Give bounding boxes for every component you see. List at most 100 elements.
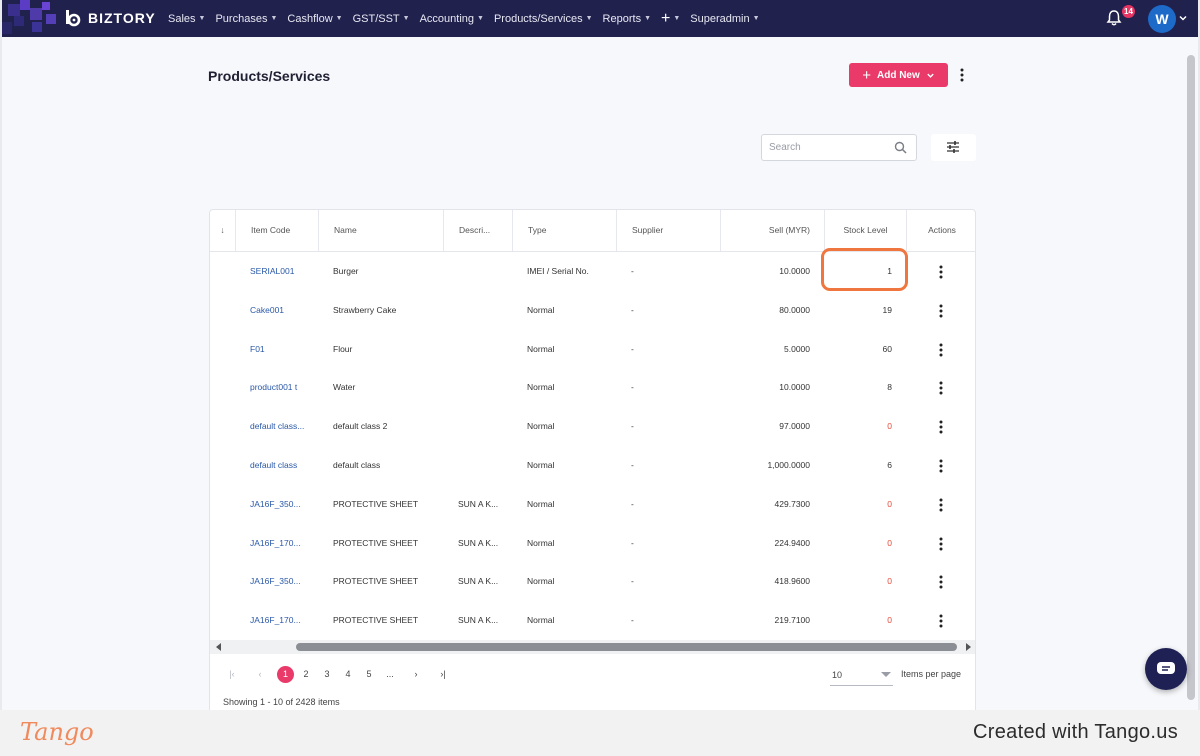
page-button-1[interactable]: 1 xyxy=(277,666,294,683)
search-input[interactable] xyxy=(762,135,882,160)
showing-count: Showing 1 - 10 of 2428 items xyxy=(223,697,340,707)
column-header-sell[interactable]: Sell (MYR) xyxy=(721,210,825,251)
tango-logo: Tango xyxy=(20,718,94,746)
horizontal-scrollbar[interactable] xyxy=(210,640,975,654)
page-button-3[interactable]: 3 xyxy=(320,666,334,683)
page-button-5[interactable]: 5 xyxy=(362,666,376,683)
item-type: Normal xyxy=(527,304,555,315)
column-header-name[interactable]: Name xyxy=(319,210,444,251)
chevron-down-icon: ▼ xyxy=(644,15,652,22)
sort-indicator[interactable]: ↓ xyxy=(210,210,236,251)
table-row[interactable]: JA16F_170... PROTECTIVE SHEET SUN A K... No… xyxy=(210,601,975,640)
item-sell-price: 418.9600 xyxy=(774,576,810,587)
horizontal-scrollbar-thumb[interactable] xyxy=(296,643,957,651)
row-actions-icon[interactable] xyxy=(934,574,948,590)
item-type: IMEI / Serial No. xyxy=(527,266,589,276)
nav-item-products-services[interactable]: Products/Services ▼ xyxy=(494,13,593,25)
scroll-left-arrow-icon[interactable] xyxy=(214,642,224,652)
main-nav: Sales ▼ Purchases ▼ Cashflow ▼ GST/SST ▼ Acc… xyxy=(168,0,770,37)
previous-page-icon[interactable]: ‹ xyxy=(253,666,267,683)
column-header-supplier[interactable]: Supplier xyxy=(617,210,721,251)
page-button-2[interactable]: 2 xyxy=(299,666,313,683)
row-actions-icon[interactable] xyxy=(934,303,948,319)
first-page-icon[interactable]: |‹ xyxy=(225,666,239,683)
row-actions-icon[interactable] xyxy=(934,419,948,435)
row-actions-icon[interactable] xyxy=(934,497,948,513)
nav-item-superadmin[interactable]: Superadmin ▼ xyxy=(690,13,759,25)
avatar[interactable]: W xyxy=(1148,5,1176,33)
row-actions-icon[interactable] xyxy=(934,613,948,629)
column-header-item-code[interactable]: Item Code xyxy=(236,210,319,251)
nav-label: Products/Services xyxy=(493,12,583,25)
item-code-link[interactable]: JA16F_350... xyxy=(250,485,308,524)
item-description xyxy=(458,330,508,369)
tango-credit: Created with Tango.us xyxy=(973,721,1178,743)
table-row[interactable]: default class... default class 2 Normal - 97… xyxy=(210,407,975,446)
scroll-right-arrow-icon[interactable] xyxy=(963,642,973,652)
page-title: Products/Services xyxy=(208,68,331,84)
nav-item-gst-sst[interactable]: GST/SST ▼ xyxy=(353,13,410,25)
chat-button[interactable] xyxy=(1145,648,1187,690)
item-code-link[interactable]: JA16F_350... xyxy=(250,562,308,601)
item-supplier: - xyxy=(631,421,634,432)
table-row[interactable]: JA16F_350... PROTECTIVE SHEET SUN A K... No… xyxy=(210,562,975,601)
items-per-page-select[interactable]: 10 xyxy=(830,664,893,686)
item-code-link[interactable]: F01 xyxy=(250,330,308,369)
item-code-link[interactable]: product001 t xyxy=(250,368,308,407)
filter-button[interactable] xyxy=(931,134,976,161)
item-code-link[interactable]: JA16F_170... xyxy=(250,524,308,563)
item-name: PROTECTIVE SHEET xyxy=(333,576,419,587)
item-name: PROTECTIVE SHEET xyxy=(333,615,419,626)
sliders-icon xyxy=(947,141,959,153)
item-stock-level: 0 xyxy=(887,576,892,587)
more-options-icon[interactable] xyxy=(954,67,970,83)
next-page-icon[interactable]: › xyxy=(409,666,423,683)
item-type: Normal xyxy=(527,460,555,470)
products-table-card: ↓ Item Code Name Descri... Type Supplier… xyxy=(209,209,976,710)
search-icon[interactable] xyxy=(894,141,907,154)
column-header-description[interactable]: Descri... xyxy=(444,210,513,251)
row-actions-icon[interactable] xyxy=(934,380,948,396)
item-code-link[interactable]: default class... xyxy=(250,407,308,446)
item-code-link[interactable]: SERIAL001 xyxy=(250,252,308,291)
item-sell-price: 97.0000 xyxy=(779,421,810,432)
items-per-page-value: 10 xyxy=(832,670,843,680)
item-name: Burger xyxy=(333,266,359,276)
nav-item-reports[interactable]: Reports ▼ xyxy=(603,13,651,25)
nav-item-sales[interactable]: Sales ▼ xyxy=(168,13,205,25)
nav-item-accounting[interactable]: Accounting ▼ xyxy=(420,13,484,25)
item-sell-price: 429.7300 xyxy=(774,498,810,509)
table-row[interactable]: F01 Flour Normal - 5.0000 60 xyxy=(210,330,975,369)
column-header-stock-level[interactable]: Stock Level xyxy=(825,210,907,251)
nav-item-cashflow[interactable]: Cashflow ▼ xyxy=(287,13,342,25)
item-code-link[interactable]: JA16F_170... xyxy=(250,601,308,640)
add-new-button[interactable]: + Add New xyxy=(849,63,948,87)
page-button-4[interactable]: 4 xyxy=(341,666,355,683)
column-header-type[interactable]: Type xyxy=(513,210,617,251)
row-actions-icon[interactable] xyxy=(934,536,948,552)
brand-logo[interactable]: BIZTORY xyxy=(64,9,156,27)
item-type: Normal xyxy=(527,498,555,509)
item-stock-level: 19 xyxy=(882,304,892,315)
nav-item-quick-add[interactable]: + ▼ xyxy=(661,10,680,27)
item-stock-level: 8 xyxy=(887,382,892,393)
bell-icon[interactable] xyxy=(1105,9,1123,27)
last-page-icon[interactable]: ›| xyxy=(436,666,450,683)
table-row[interactable]: JA16F_170... PROTECTIVE SHEET SUN A K... No… xyxy=(210,524,975,563)
table-row[interactable]: JA16F_350... PROTECTIVE SHEET SUN A K... No… xyxy=(210,485,975,524)
table-row[interactable]: default class default class Normal - 1,000.0… xyxy=(210,446,975,485)
vertical-scrollbar-thumb[interactable] xyxy=(1187,55,1195,700)
chevron-down-icon[interactable] xyxy=(1178,13,1188,23)
row-actions-icon[interactable] xyxy=(934,342,948,358)
table-row[interactable]: Cake001 Strawberry Cake Normal - 80.0000 19 xyxy=(210,291,975,330)
nav-item-purchases[interactable]: Purchases ▼ xyxy=(215,13,277,25)
table-row[interactable]: product001 t Water Normal - 10.0000 8 xyxy=(210,368,975,407)
item-code-link[interactable]: Cake001 xyxy=(250,291,308,330)
vertical-scrollbar[interactable] xyxy=(1187,55,1195,700)
page-ellipsis[interactable]: ... xyxy=(382,666,398,683)
item-code-link[interactable]: default class xyxy=(250,446,308,485)
table-row[interactable]: SERIAL001 Burger IMEI / Serial No. - 10.0000… xyxy=(210,252,975,291)
row-actions-icon[interactable] xyxy=(934,458,948,474)
items-per-page-label: Items per page xyxy=(901,669,962,679)
row-actions-icon[interactable] xyxy=(934,264,948,280)
